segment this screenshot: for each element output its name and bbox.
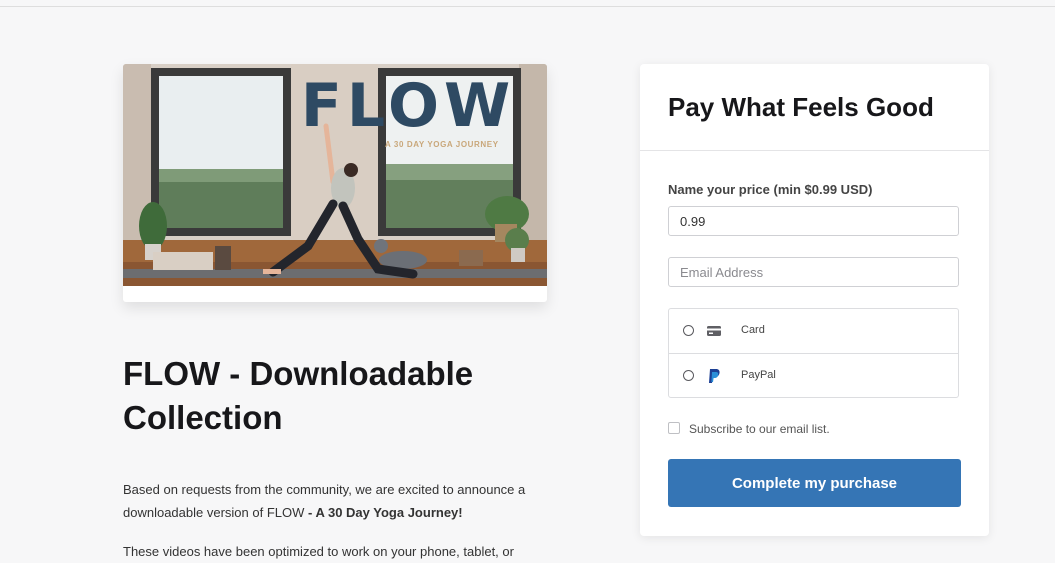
price-input[interactable] (668, 206, 959, 236)
complete-purchase-button[interactable]: Complete my purchase (668, 459, 961, 507)
flow-logo-title: FLOW (300, 71, 516, 141)
price-label: Name your price (min $0.99 USD) (668, 182, 873, 197)
top-divider (0, 6, 1055, 7)
flow-logo-subtitle: A 30 DAY YOGA JOURNEY (385, 140, 499, 149)
paypal-label: PayPal (741, 369, 776, 381)
product-title: FLOW - Downloadable Collection (123, 355, 474, 436)
product-description: Based on requests from the community, we… (123, 478, 553, 524)
paypal-icon (709, 369, 720, 383)
payment-methods: Card PayPal (668, 308, 959, 398)
product-image-card: FLOW A 30 DAY YOGA JOURNEY (123, 64, 547, 302)
card-radio[interactable] (683, 325, 694, 336)
checkout-panel: Pay What Feels Good Name your price (min… (640, 64, 989, 536)
checkout-title: Pay What Feels Good (668, 92, 934, 122)
card-label: Card (741, 324, 765, 336)
subscribe-label: Subscribe to our email list. (689, 422, 830, 436)
email-input[interactable] (668, 257, 959, 287)
payment-option-paypal[interactable]: PayPal (669, 354, 958, 398)
description-emphasis: - A 30 Day Yoga Journey! (308, 505, 463, 520)
subscribe-checkbox[interactable] (668, 422, 680, 434)
checkout-header: Pay What Feels Good (640, 64, 989, 151)
paypal-radio[interactable] (683, 370, 694, 381)
payment-option-card[interactable]: Card (669, 309, 958, 354)
card-icon (707, 326, 721, 336)
